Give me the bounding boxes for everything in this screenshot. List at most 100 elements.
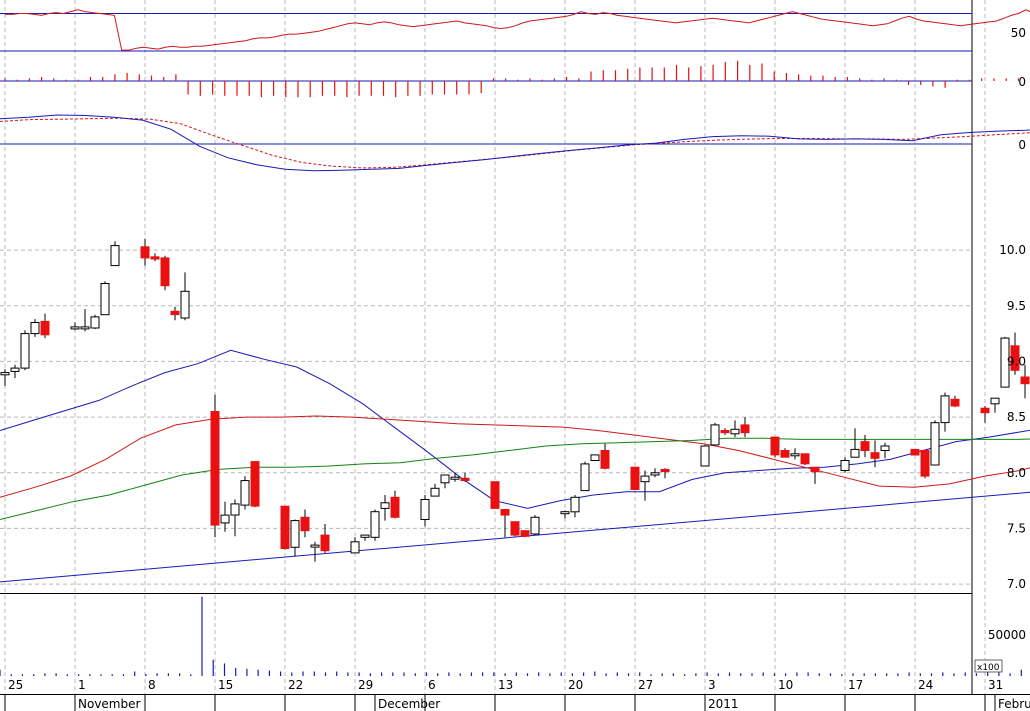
candle [650,468,660,478]
candle-body [290,520,300,548]
candle [290,519,300,557]
x-axis-day-label: 27 [638,678,653,692]
candle-body [440,474,450,484]
candle-body [570,496,580,513]
candle [40,313,50,339]
candle-body [710,424,720,446]
candle-body [500,509,510,516]
macd-axis-label: 0 [1018,138,1026,152]
candle-body [450,476,460,480]
candle [490,481,500,509]
macd-signal-line [0,117,1030,169]
macd-line [0,114,1030,172]
candle [110,241,120,267]
volume-axis-label: 50000 [988,628,1026,642]
price-tick-label: 10.0 [999,243,1026,257]
candle [180,272,190,321]
candle [390,490,400,519]
candle [150,253,160,262]
candle-body [350,541,360,554]
candle-body [30,322,40,335]
candle [500,509,510,538]
candle-body [980,407,990,414]
candle-body [280,505,290,550]
candle-body [150,256,160,260]
candle [740,417,750,438]
candle-body [490,481,500,509]
candle-body [870,452,880,459]
candle [420,495,430,527]
candle [350,537,360,554]
candle-body [240,480,250,506]
rsi-line [5,9,1030,51]
candle [640,470,650,501]
candle [440,474,450,489]
candle [160,255,170,291]
axes: 50 0 0 7.0 7.5 8.0 8.5 9.0 9.5 10.0 50000 x100 25 1 8 1… [4,26,1030,711]
candle [700,444,710,467]
candle-body [650,472,660,476]
candle-body [950,398,960,407]
candle [170,306,180,321]
candle [310,541,320,562]
x-axis-month-label: November [78,697,140,711]
candle [770,436,780,458]
candle [240,476,250,510]
candle [510,521,520,537]
candle-body [930,422,940,466]
candle [800,453,810,465]
x-axis-day-label: 17 [848,678,863,692]
candle-body [940,395,950,424]
candle-body [430,487,440,497]
x-axis-day-label: 6 [428,678,436,692]
candle-body [600,450,610,469]
candle [140,239,150,266]
price-tick-label: 8.5 [1007,410,1026,424]
candle-body [910,448,920,456]
candle [1020,364,1030,399]
candle-body [920,450,930,477]
rsi-axis-label: 50 [1011,26,1026,40]
candle [30,319,40,337]
candle-body [770,436,780,456]
candle [840,457,850,473]
candle-body [720,430,730,434]
candle [940,392,950,432]
candle [210,394,220,538]
candle [570,495,580,518]
candle-body [70,326,80,330]
x-axis-day-label: 15 [218,678,233,692]
candle [910,448,920,456]
candle [990,397,1000,413]
candle [450,472,460,482]
x-axis-month-label: December [378,697,440,711]
price-tick-label: 7.5 [1007,521,1026,535]
volume-multiplier-label: x100 [977,663,1000,673]
candle [660,468,670,479]
x-axis-day-label: 29 [358,678,373,692]
candle [860,434,870,458]
candle [920,450,930,479]
candle [360,534,370,541]
candle [810,466,820,484]
volume-panel [0,596,1022,676]
x-axis-day-label: 25 [8,678,23,692]
candle [430,483,440,497]
candle [720,428,730,435]
candle-body [840,460,850,471]
candle-body [310,544,320,548]
candle-body [860,441,870,452]
candle [780,448,790,458]
candle [460,472,470,482]
macd-histogram-axis-label: 0 [1018,75,1026,89]
candle-body [580,463,590,492]
macd-histogram-panel [0,60,1030,98]
candle-body [990,397,1000,405]
x-axis-day-label: 13 [498,678,513,692]
candle [70,322,80,331]
candle [560,510,570,519]
candle-body [700,445,710,467]
price-tick-label: 9.5 [1007,299,1026,313]
macd-panel [0,114,1030,172]
candle [80,309,90,332]
